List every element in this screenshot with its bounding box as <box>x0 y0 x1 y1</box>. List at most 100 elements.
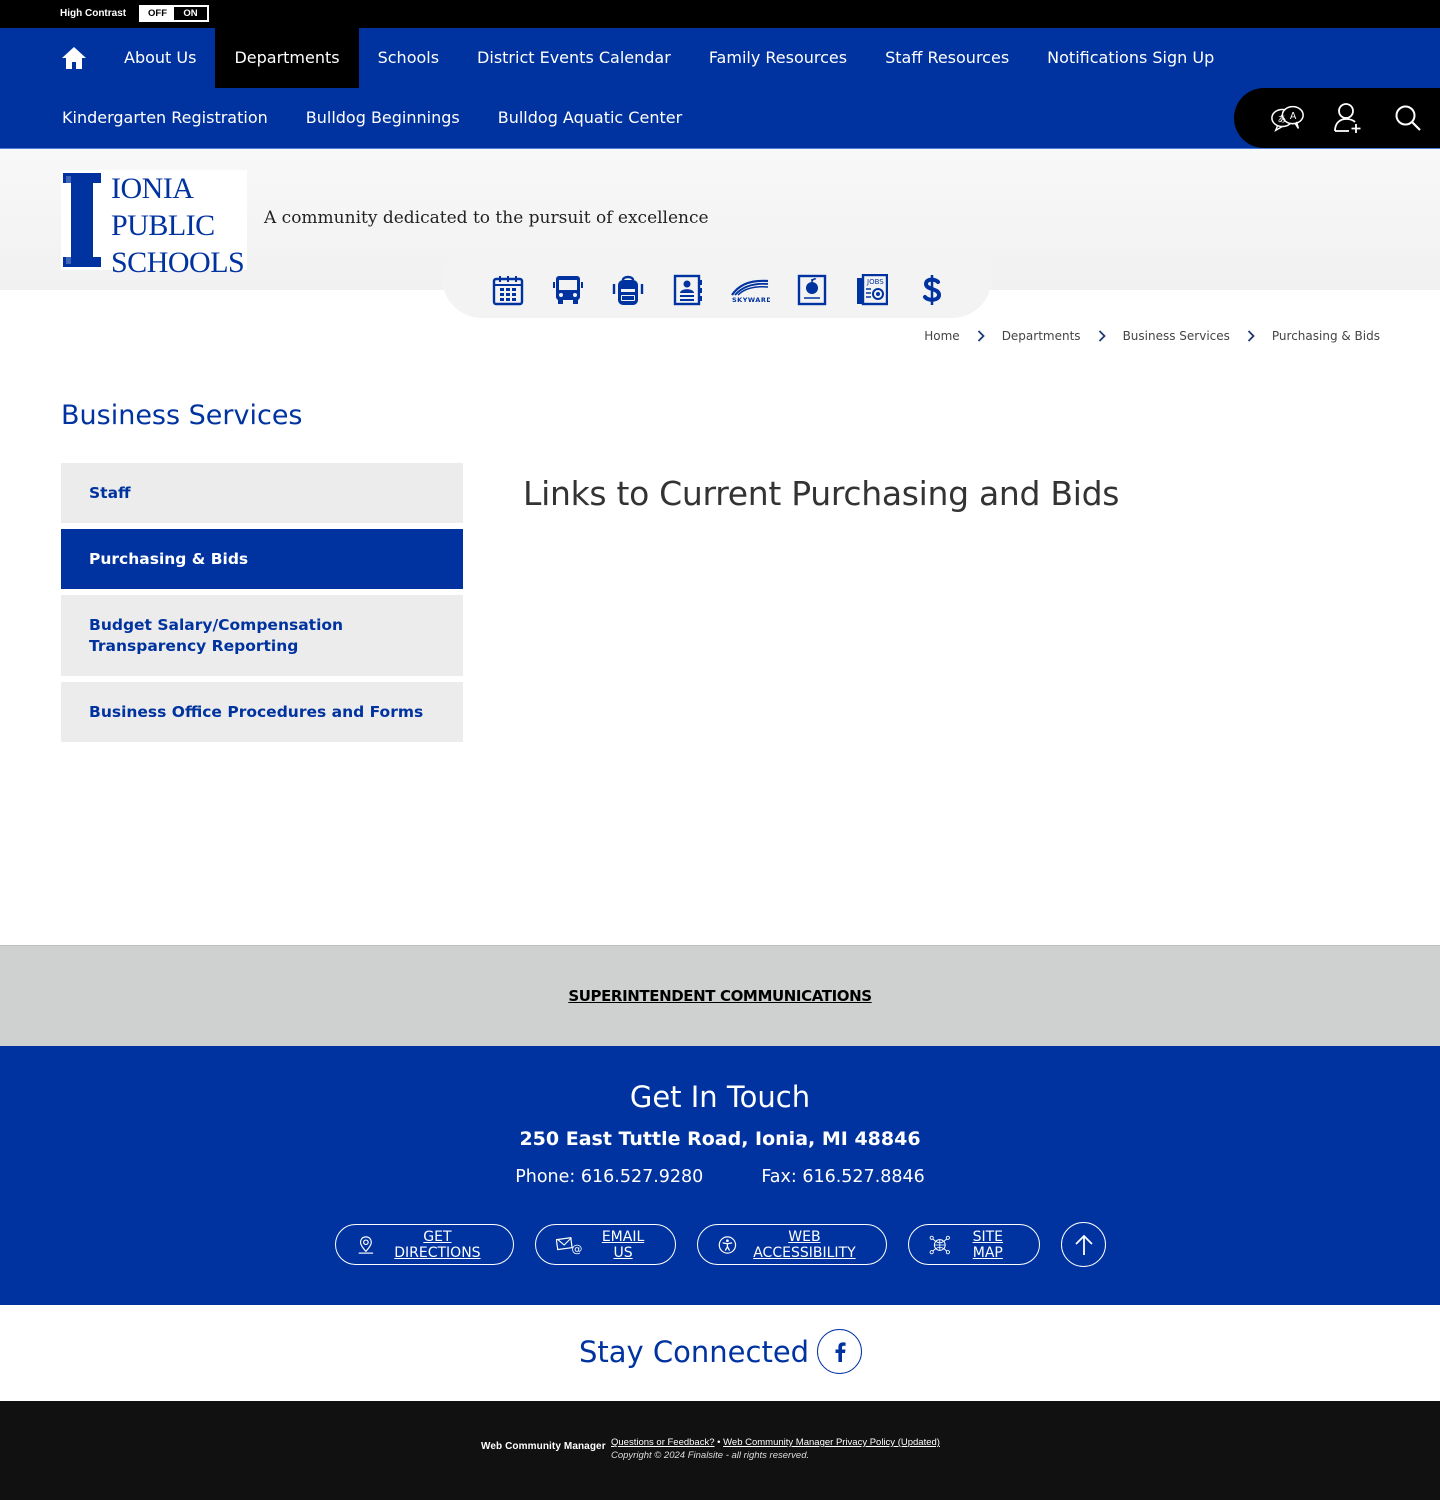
email-us-button[interactable]: @ EMAIL US <box>535 1224 676 1265</box>
subnav-item-budget-transparency[interactable]: Budget Salary/Compensation Transparency … <box>61 595 463 676</box>
high-contrast-on[interactable]: ON <box>174 7 207 20</box>
quick-link-transportation[interactable] <box>550 272 586 308</box>
nav-family-resources[interactable]: Family Resources <box>690 28 866 88</box>
copyright: Copyright © 2024 Finalsite - all rights … <box>611 1450 810 1461</box>
sign-in-button[interactable] <box>1330 100 1366 136</box>
chevron-right-icon <box>1098 330 1106 342</box>
directory-icon <box>673 274 702 306</box>
calendar-icon <box>492 276 524 306</box>
nav-row-primary: About Us Departments Schools District Ev… <box>43 28 1233 88</box>
superintendent-band: SUPERINTENDENT COMMUNICATIONS <box>0 945 1440 1046</box>
site-logo[interactable]: IONIA PUBLIC SCHOOLS <box>61 170 247 279</box>
nav-row-secondary: Kindergarten Registration Bulldog Beginn… <box>43 88 701 148</box>
page-heading: Links to Current Purchasing and Bids <box>523 474 1120 513</box>
home-icon <box>62 47 86 69</box>
high-contrast-off[interactable]: OFF <box>141 7 174 20</box>
map-pin-icon <box>358 1235 374 1254</box>
nav-bulldog-aquatic-center[interactable]: Bulldog Aquatic Center <box>479 88 701 148</box>
high-contrast-toggle[interactable]: OFF ON <box>139 5 209 22</box>
email-us-label: EMAIL US <box>601 1228 645 1261</box>
contact-phone: Phone: 616.527.9280 <box>515 1167 704 1187</box>
footer-brand: Web Community Manager <box>481 1441 606 1452</box>
quick-link-calendar[interactable] <box>490 272 526 308</box>
superintendent-communications-link[interactable]: SUPERINTENDENT COMMUNICATIONS <box>568 987 872 1005</box>
subnav-item-business-office-forms[interactable]: Business Office Procedures and Forms <box>61 682 463 742</box>
logo-line-1: IONIA <box>111 172 194 205</box>
nav-departments[interactable]: Departments <box>215 28 359 88</box>
arrow-up-icon <box>1074 1234 1093 1255</box>
utility-bar: High Contrast OFF ON <box>0 0 1440 28</box>
svg-text:SKYWARD: SKYWARD <box>732 296 770 303</box>
logo-text: IONIA PUBLIC SCHOOLS <box>111 170 245 281</box>
backpack-icon <box>612 275 644 305</box>
logo-line-2: PUBLIC <box>111 209 215 242</box>
search-button[interactable] <box>1390 100 1426 136</box>
email-icon: @ <box>556 1236 582 1255</box>
chevron-right-icon <box>977 330 985 342</box>
get-directions-button[interactable]: GET DIRECTIONS <box>335 1224 514 1265</box>
quick-link-jobs[interactable]: JOBS <box>854 272 890 308</box>
search-icon <box>1395 105 1421 131</box>
nav-schools[interactable]: Schools <box>359 28 458 88</box>
privacy-policy-link[interactable]: Web Community Manager Privacy Policy (Up… <box>723 1437 940 1448</box>
skyward-logo: SKYWARD <box>731 279 770 303</box>
quick-link-directory[interactable] <box>670 272 706 308</box>
nav-kindergarten-registration[interactable]: Kindergarten Registration <box>43 88 287 148</box>
contact-title: Get In Touch <box>629 1080 811 1114</box>
logo-i-mark <box>63 173 101 267</box>
social-title: Stay Connected <box>579 1335 810 1369</box>
contact-fax: Fax: 616.527.8846 <box>761 1167 925 1187</box>
nav-home[interactable] <box>43 28 105 88</box>
facebook-button[interactable] <box>817 1329 862 1374</box>
breadcrumb-current: Purchasing & Bids <box>1271 329 1380 343</box>
contact-buttons: GET DIRECTIONS @ EMAIL US WEB ACCESSIBIL… <box>335 1222 1106 1267</box>
jobs-icon: JOBS <box>857 274 888 306</box>
footer-separator: • <box>717 1437 721 1448</box>
footer-links: Questions or Feedback? • Web Community M… <box>611 1437 940 1461</box>
breadcrumb: Home Departments Business Services Purch… <box>924 329 1380 343</box>
breadcrumb-business-services[interactable]: Business Services <box>1123 329 1230 343</box>
tagline: A community dedicated to the pursuit of … <box>264 208 709 228</box>
section-subnav: Staff Purchasing & Bids Budget Salary/Co… <box>61 463 463 748</box>
high-contrast-label: High Contrast <box>60 8 127 19</box>
nav-district-events-calendar[interactable]: District Events Calendar <box>458 28 690 88</box>
user-add-icon <box>1334 103 1361 133</box>
quick-link-students[interactable] <box>610 272 646 308</box>
bus-icon <box>553 276 583 304</box>
contact-section: Get In Touch 250 East Tuttle Road, Ionia… <box>0 1046 1440 1305</box>
nav-notifications-sign-up[interactable]: Notifications Sign Up <box>1028 28 1233 88</box>
translate-button[interactable]: あ A <box>1270 100 1306 136</box>
feedback-link[interactable]: Questions or Feedback? <box>611 1437 715 1448</box>
web-accessibility-label: WEB ACCESSIBILITY <box>753 1228 856 1261</box>
logo-line-3: SCHOOLS <box>111 246 245 279</box>
subnav-item-purchasing-bids[interactable]: Purchasing & Bids <box>61 529 463 589</box>
breadcrumb-departments[interactable]: Departments <box>1002 329 1081 343</box>
breadcrumb-home[interactable]: Home <box>924 329 959 343</box>
subnav-item-staff[interactable]: Staff <box>61 463 463 523</box>
get-directions-label: GET DIRECTIONS <box>394 1228 481 1261</box>
site-footer: Web Community Manager Questions or Feedb… <box>0 1401 1440 1500</box>
nav-staff-resources[interactable]: Staff Resources <box>866 28 1028 88</box>
accessibility-icon <box>718 1235 737 1254</box>
nav-about-us[interactable]: About Us <box>105 28 215 88</box>
quick-link-skyward[interactable]: SKYWARD <box>730 272 770 308</box>
apple-report-icon <box>797 274 827 306</box>
svg-text:A: A <box>1290 111 1297 122</box>
site-map-button[interactable]: SITE MAP <box>908 1224 1040 1265</box>
back-to-top-button[interactable] <box>1061 1222 1106 1267</box>
chevron-right-icon <box>1247 330 1255 342</box>
main-nav: About Us Departments Schools District Ev… <box>0 28 1440 149</box>
sitemap-icon <box>929 1235 950 1254</box>
quick-links-bar: SKYWARD JOBS <box>442 262 992 318</box>
web-accessibility-button[interactable]: WEB ACCESSIBILITY <box>697 1224 887 1265</box>
contact-address: 250 East Tuttle Road, Ionia, MI 48846 <box>519 1128 921 1150</box>
svg-text:JOBS: JOBS <box>866 278 884 286</box>
quick-link-report[interactable] <box>794 272 830 308</box>
social-section: Stay Connected <box>0 1305 1440 1401</box>
quick-link-payments[interactable] <box>914 272 950 308</box>
nav-bulldog-beginnings[interactable]: Bulldog Beginnings <box>287 88 479 148</box>
translate-icon: あ A <box>1271 105 1304 132</box>
site-map-label: SITE MAP <box>972 1228 1003 1261</box>
facebook-icon <box>835 1341 846 1362</box>
svg-text:あ: あ <box>1278 115 1287 125</box>
